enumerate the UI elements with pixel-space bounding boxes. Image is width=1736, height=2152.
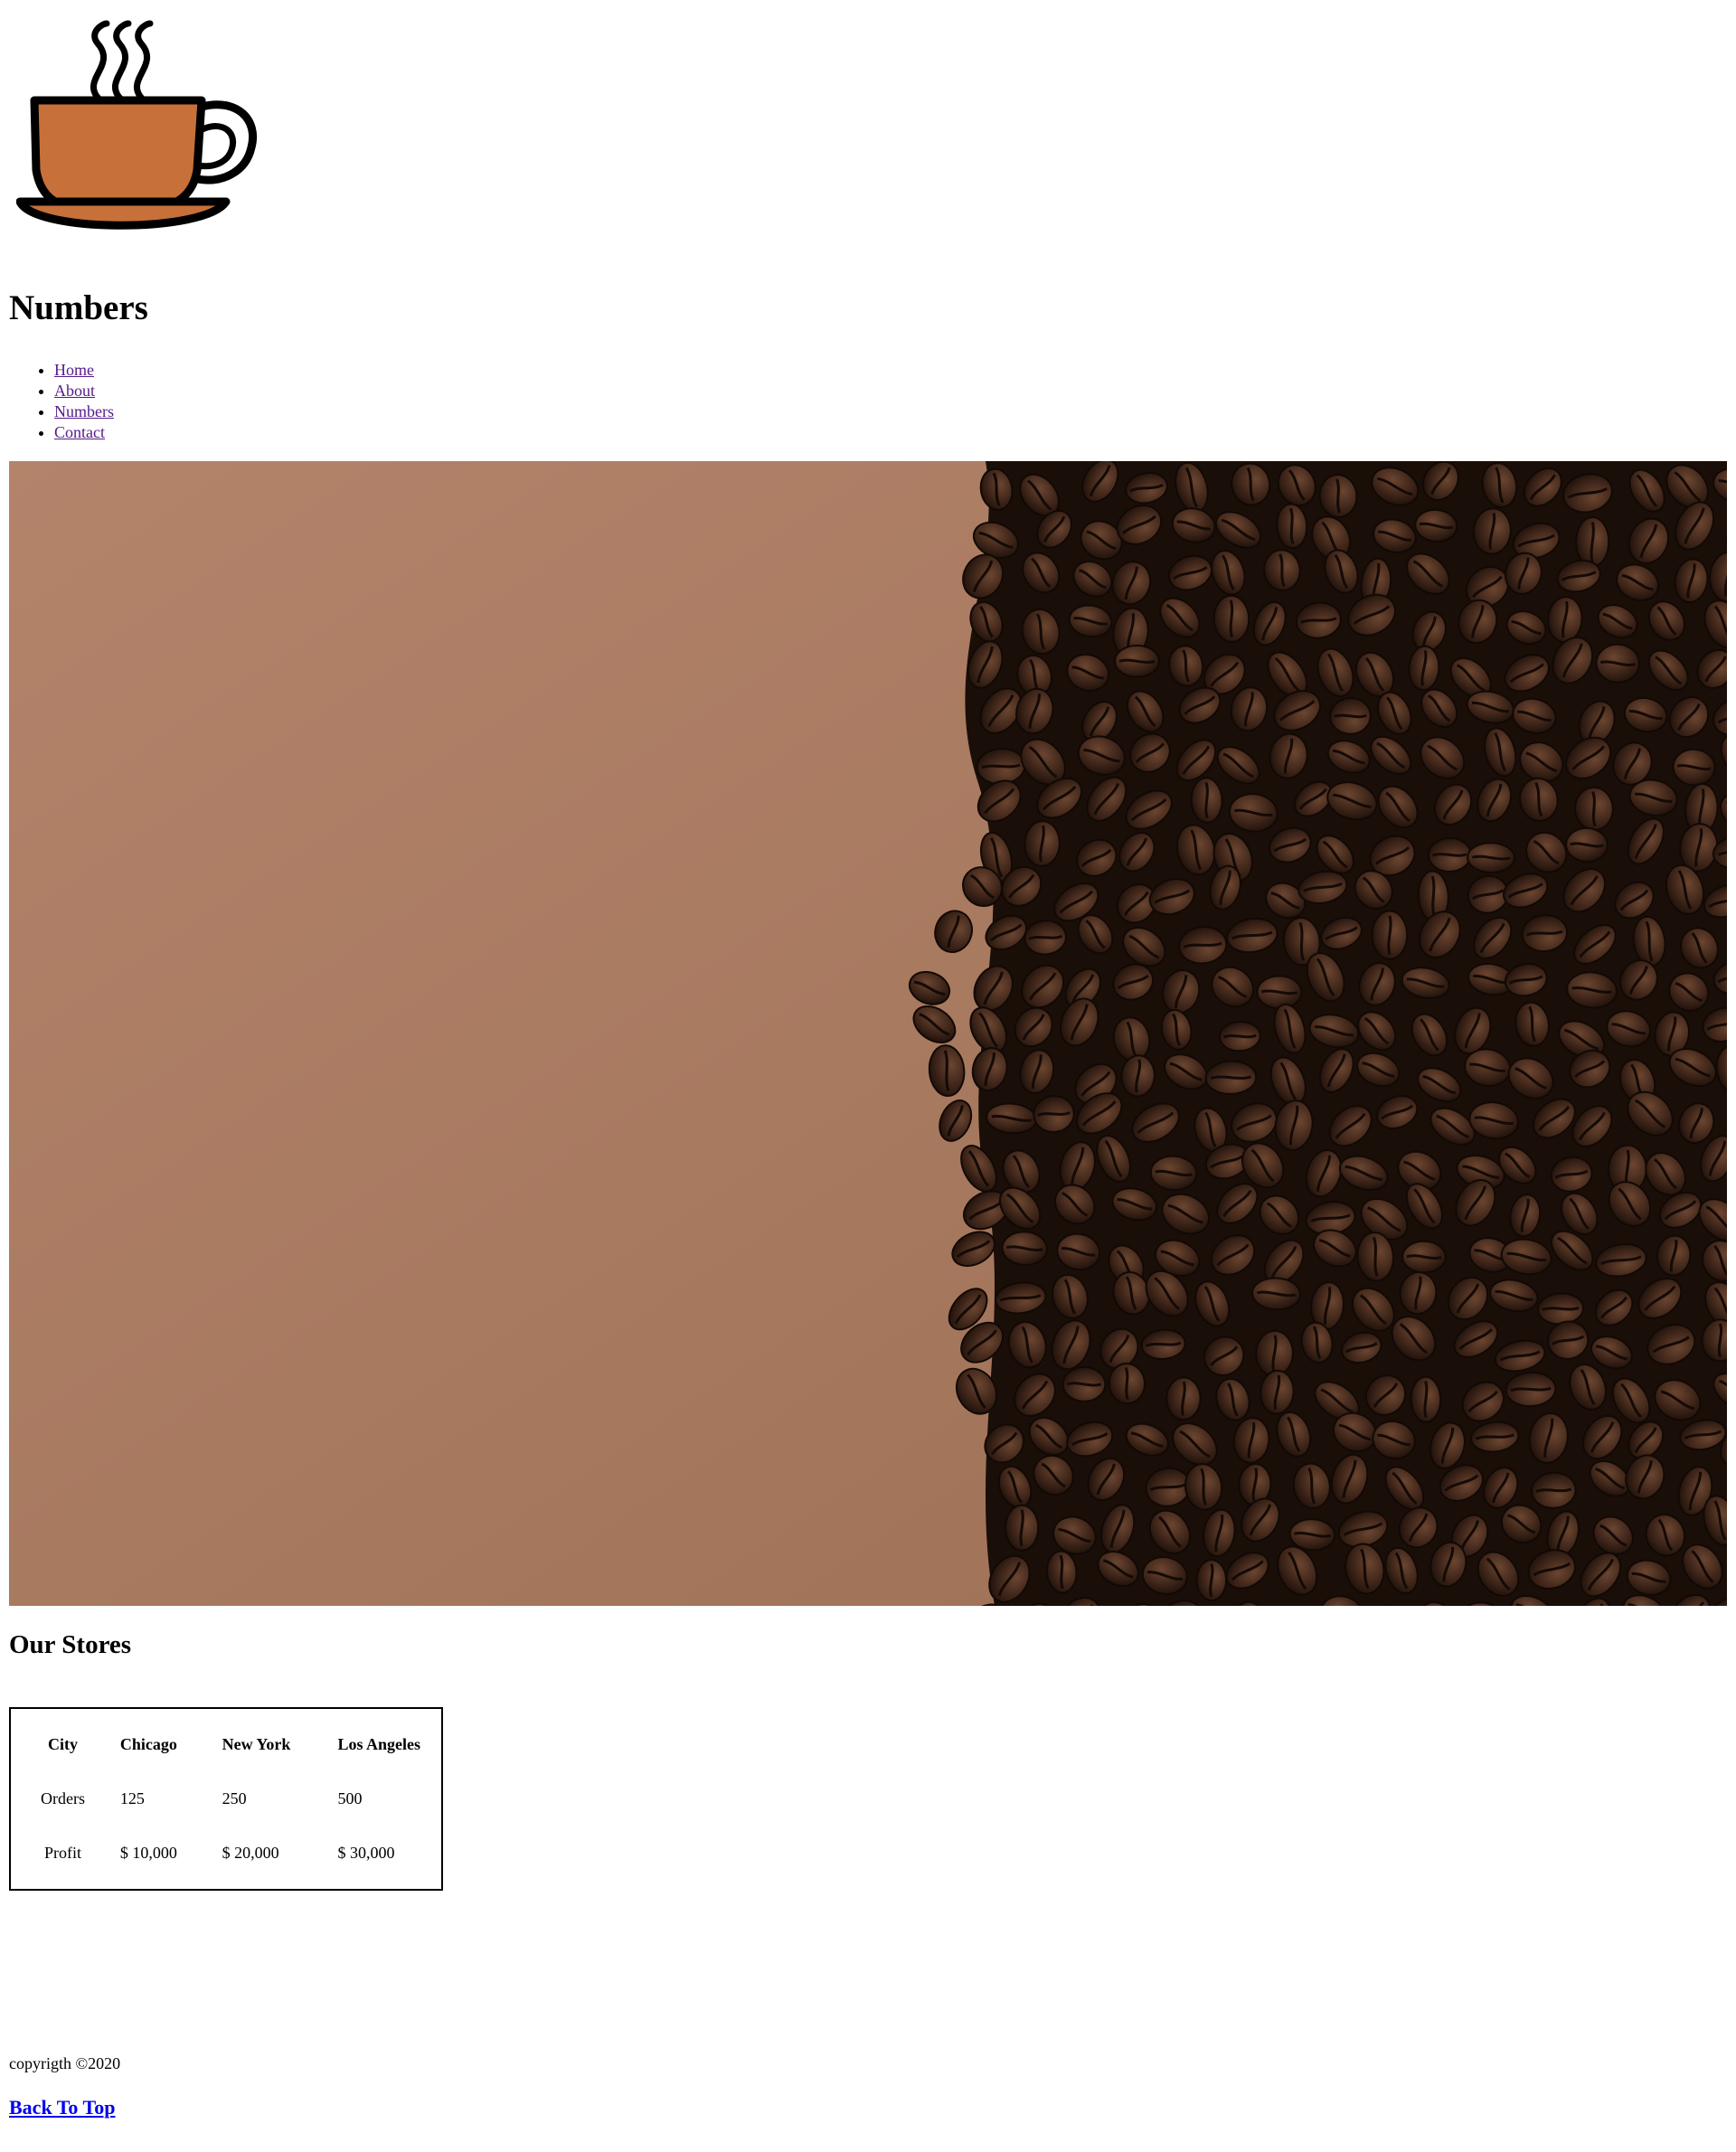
coffee-bean [1004,1504,1040,1552]
table-cell: 125 [119,1789,145,1807]
nav-item-contact: Contact [54,422,114,443]
table-header-cell: City [47,1735,78,1754]
table-cell: $ 20,000 [222,1843,279,1862]
coffee-bean [1061,1365,1107,1402]
section-title-our-stores: Our Stores [9,1630,132,1659]
coffee-bean [1256,975,1303,1010]
coffee-bean [1427,836,1472,873]
nav-item-home: Home [54,360,114,381]
nav-link-contact[interactable]: Contact [54,423,105,441]
coffee-cup-icon [16,20,257,230]
table-header-cell: Los Angeles [337,1735,420,1754]
table-cell: 500 [337,1789,363,1807]
stores-table: City Chicago New York Los Angeles Orders… [9,1707,443,1891]
coffee-bean [1204,1060,1258,1095]
table-cell: $ 30,000 [337,1843,395,1862]
table-cell: $ 10,000 [119,1843,177,1862]
coffee-bean [1195,1559,1228,1602]
nav-link-home[interactable]: Home [54,361,94,379]
table-header-row: City Chicago New York Los Angeles [11,1709,441,1772]
coffee-bean [1329,696,1372,735]
table-header-cell: New York [222,1735,291,1754]
table-cell: 250 [222,1789,247,1807]
coffee-beans-photo [9,461,1727,1606]
coffee-bean [1190,777,1223,824]
table-cell: Orders [40,1789,85,1807]
back-to-top: Back To Top [9,2096,115,2119]
page-title: Numbers [9,288,148,327]
table-row: Profit $ 10,000 $ 20,000 $ 30,000 [11,1826,441,1889]
nav-item-numbers: Numbers [54,401,114,422]
coffee-bean [1575,516,1610,568]
main-nav: Home About Numbers Contact [9,360,114,443]
coffee-bean [1401,1240,1447,1274]
coffee-bean [1467,842,1516,874]
table-cell: Profit [43,1843,81,1862]
nav-link-numbers[interactable]: Numbers [54,402,114,420]
back-to-top-link[interactable]: Back To Top [9,2096,115,2119]
coffee-bean [1410,1375,1442,1423]
table-row: Orders 125 250 500 [11,1772,441,1826]
coffee-bean [1212,594,1250,643]
nav-link-about[interactable]: About [54,382,95,400]
hero-image [9,461,1727,1606]
coffee-bean [1114,644,1160,678]
coffee-bean [1255,1329,1294,1377]
coffee-bean [1565,826,1609,863]
nav-item-about: About [54,381,114,401]
coffee-bean [1371,910,1409,960]
copyright-text: copyrigth ©2020 [9,2054,121,2072]
coffee-bean [1165,1376,1202,1421]
table-header-cell: Chicago [119,1735,177,1754]
